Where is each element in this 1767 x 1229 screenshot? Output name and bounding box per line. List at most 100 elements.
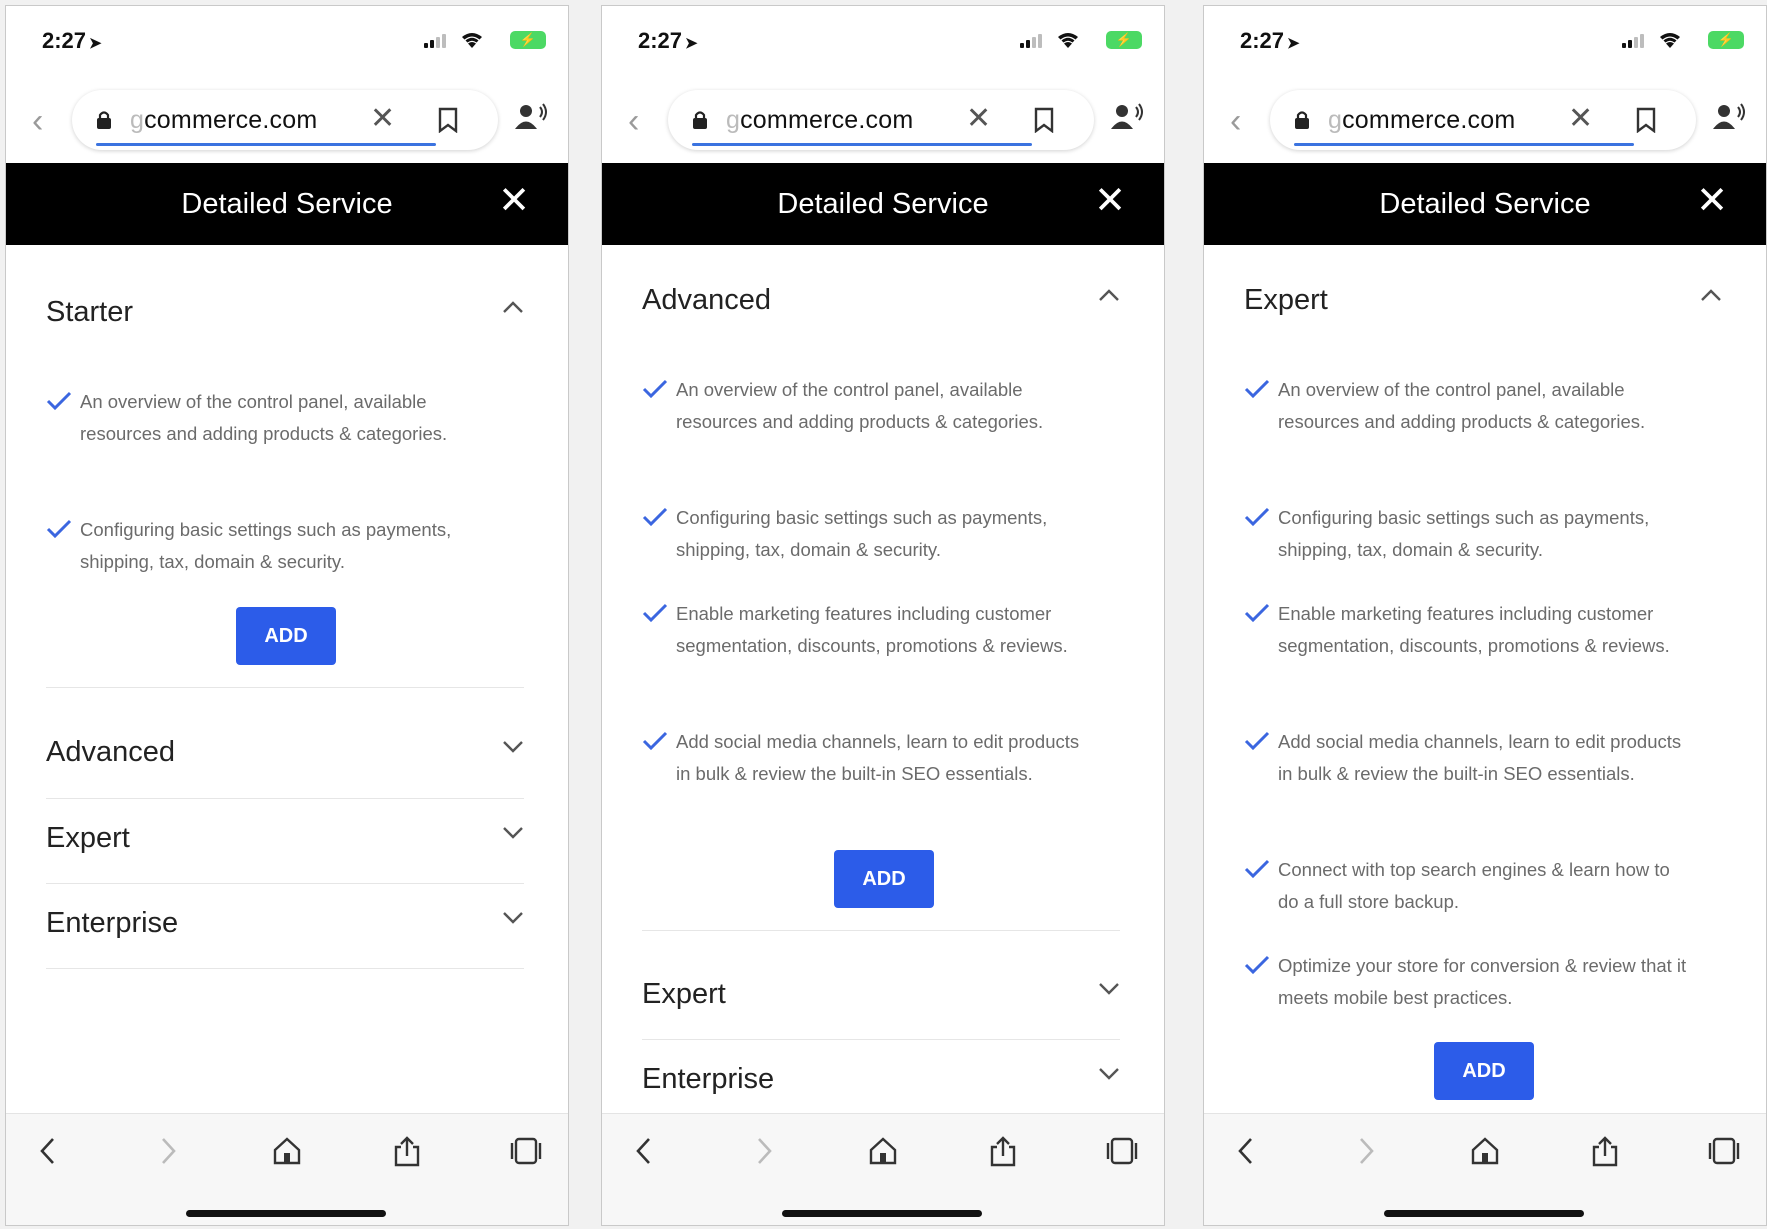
url-text: gcommerce.com [1328,106,1516,134]
section-title: Expert [1244,284,1328,316]
back-icon[interactable] [36,1136,60,1166]
wifi-icon [1058,33,1078,48]
browser-url-bar: ‹ gcommerce.com ✕ [602,84,1164,160]
status-time: 2:27 ➤ [638,28,698,53]
home-icon[interactable] [272,1136,302,1166]
wifi-icon [462,33,482,48]
url-text: gcommerce.com [726,106,914,134]
section-expert[interactable]: Expert [642,974,1120,1014]
close-icon[interactable]: ✕ [498,181,530,221]
divider [642,1039,1120,1040]
address-field[interactable]: gcommerce.com ✕ [668,90,1094,150]
back-icon[interactable] [632,1136,656,1166]
home-icon[interactable] [868,1136,898,1166]
tabs-icon[interactable] [510,1136,542,1166]
url-text: gcommerce.com [130,106,318,134]
check-icon [46,519,72,539]
home-indicator [782,1210,982,1217]
signal-icon [424,34,448,48]
battery-charging-icon: ⚡ [1106,31,1142,49]
back-chevron-icon[interactable]: ‹ [628,104,639,138]
person-audio-icon[interactable] [1712,102,1748,132]
chevron-down-icon [503,827,523,839]
close-icon[interactable]: ✕ [1094,181,1126,221]
section-title: Enterprise [642,1063,775,1095]
lock-icon [693,111,707,129]
browser-url-bar: ‹ gcommerce.com ✕ [6,84,568,160]
location-arrow-icon: ➤ [685,35,698,52]
add-button[interactable]: ADD [1434,1042,1534,1100]
phone-screen-expert: 2:27 ➤ ⚡ ‹ gcommerce.com ✕ Detailed Servi… [1203,5,1767,1226]
check-icon [642,507,668,527]
section-advanced[interactable]: Advanced [642,280,1120,320]
add-button[interactable]: ADD [236,607,336,665]
status-time: 2:27 ➤ [42,28,102,53]
section-title: Enterprise [46,907,179,939]
location-arrow-icon: ➤ [89,35,102,52]
divider [46,798,524,799]
home-icon[interactable] [1470,1136,1500,1166]
modal-header: Detailed Service ✕ [1204,163,1766,245]
back-chevron-icon[interactable]: ‹ [32,104,43,138]
bookmark-icon[interactable] [1034,107,1054,133]
address-field[interactable]: gcommerce.com ✕ [72,90,498,150]
person-audio-icon[interactable] [1110,102,1146,132]
divider [642,930,1120,931]
check-icon [1244,603,1270,623]
share-icon[interactable] [392,1136,422,1168]
signal-icon [1622,34,1646,48]
section-title: Advanced [46,736,175,768]
chevron-up-icon [1701,289,1721,301]
back-chevron-icon[interactable]: ‹ [1230,104,1241,138]
section-expert[interactable]: Expert [1244,280,1722,320]
home-indicator [186,1210,386,1217]
section-advanced[interactable]: Advanced [46,732,524,772]
close-icon[interactable]: ✕ [1696,181,1728,221]
section-title: Expert [46,822,130,854]
forward-icon[interactable] [156,1136,180,1166]
load-progress-bar [692,143,1032,146]
address-field[interactable]: gcommerce.com ✕ [1270,90,1696,150]
tabs-icon[interactable] [1708,1136,1740,1166]
clear-x-icon[interactable]: ✕ [1568,102,1593,136]
bookmark-icon[interactable] [438,107,458,133]
load-progress-bar [1294,143,1634,146]
lock-icon [97,111,111,129]
forward-icon[interactable] [1354,1136,1378,1166]
bookmark-icon[interactable] [1636,107,1656,133]
check-icon [1244,955,1270,975]
modal-title: Detailed Service [1379,188,1591,220]
chevron-up-icon [1099,289,1119,301]
section-title: Advanced [642,284,771,316]
modal-header: Detailed Service ✕ [602,163,1164,245]
person-audio-icon[interactable] [514,102,550,132]
divider [46,883,524,884]
clear-x-icon[interactable]: ✕ [370,102,395,136]
add-button[interactable]: ADD [834,850,934,908]
clear-x-icon[interactable]: ✕ [966,102,991,136]
divider [46,687,524,688]
section-starter[interactable]: Starter [46,292,524,332]
section-enterprise[interactable]: Enterprise [642,1059,1120,1099]
back-icon[interactable] [1234,1136,1258,1166]
share-icon[interactable] [988,1136,1018,1168]
check-icon [642,603,668,623]
modal-title: Detailed Service [777,188,989,220]
browser-url-bar: ‹ gcommerce.com ✕ [1204,84,1766,160]
modal-title: Detailed Service [181,188,393,220]
phone-screen-starter: 2:27 ➤ ⚡ ‹ gcommerce.com ✕ Detailed Servi… [5,5,569,1226]
check-icon [1244,379,1270,399]
section-expert[interactable]: Expert [46,818,524,858]
modal-header: Detailed Service ✕ [6,163,568,245]
status-time: 2:27 ➤ [1240,28,1300,53]
location-arrow-icon: ➤ [1287,35,1300,52]
section-enterprise[interactable]: Enterprise [46,903,524,943]
share-icon[interactable] [1590,1136,1620,1168]
load-progress-bar [96,143,436,146]
status-bar: 2:27 ➤ ⚡ [602,6,1164,76]
chevron-down-icon [503,741,523,753]
forward-icon[interactable] [752,1136,776,1166]
tabs-icon[interactable] [1106,1136,1138,1166]
chevron-up-icon [503,301,523,313]
status-bar: 2:27 ➤ ⚡ [6,6,568,76]
